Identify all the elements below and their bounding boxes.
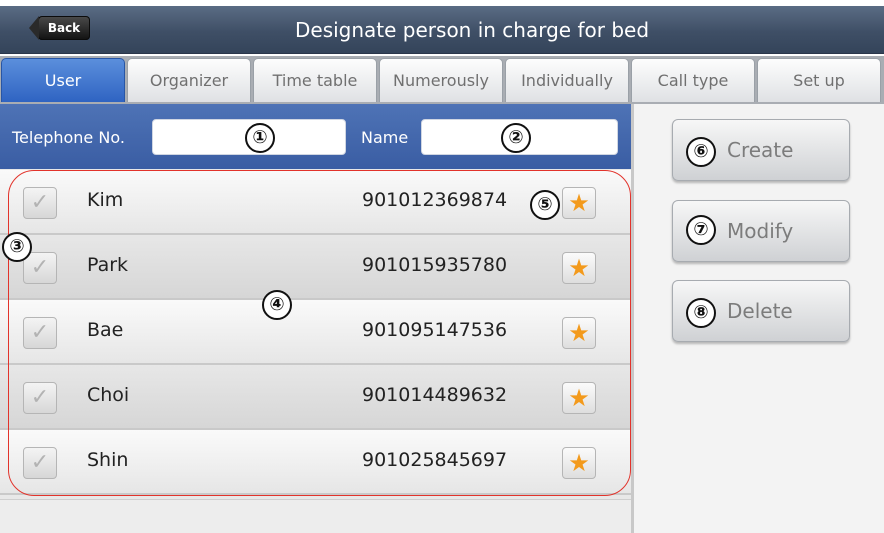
star-icon[interactable]: ★ [562,447,596,479]
user-name: Choi [87,384,130,406]
user-name: Kim [87,189,124,211]
checkmark-icon[interactable]: ✓ [23,317,57,349]
star-icon[interactable]: ★ [562,252,596,284]
annotation-marker-1: ① [245,123,275,153]
tab-time-table[interactable]: Time table [253,58,377,102]
list-footer [0,499,631,533]
user-list: ✓ Kim 901012369874 ★ ✓ Park 901015935780… [0,170,631,495]
action-panel: Create Modify Delete [631,104,884,533]
tab-individually[interactable]: Individually [505,58,629,102]
tab-organizer[interactable]: Organizer [127,58,251,102]
tab-call-type[interactable]: Call type [631,58,755,102]
star-icon[interactable]: ★ [562,382,596,414]
list-item[interactable]: ✓ Choi 901014489632 ★ [0,365,631,430]
annotation-marker-6: ⑥ [686,137,716,167]
user-phone: 901025845697 [362,449,508,471]
annotation-marker-3: ③ [2,232,32,262]
star-icon[interactable]: ★ [562,317,596,349]
list-item[interactable]: ✓ Bae 901095147536 ★ [0,300,631,365]
telephone-label: Telephone No. [12,128,125,147]
annotation-marker-8: ⑧ [686,298,716,328]
user-panel: Telephone No. Name ✓ Kim 901012369874 ★ … [0,104,631,533]
user-phone: 901014489632 [362,384,508,406]
checkmark-icon[interactable]: ✓ [23,447,57,479]
tab-set-up[interactable]: Set up [757,58,881,102]
user-name: Bae [87,319,124,341]
user-name: Park [87,254,129,276]
tab-bar: User Organizer Time table Numerously Ind… [0,56,884,104]
page-title: Designate person in charge for bed [294,18,650,42]
name-label: Name [361,128,409,147]
annotation-marker-7: ⑦ [686,215,716,245]
checkmark-icon[interactable]: ✓ [23,187,57,219]
tab-numerously[interactable]: Numerously [379,58,503,102]
list-item[interactable]: ✓ Shin 901025845697 ★ [0,430,631,495]
tab-user[interactable]: User [1,58,125,102]
annotation-marker-5: ⑤ [530,190,560,220]
star-icon[interactable]: ★ [562,187,596,219]
user-name: Shin [87,449,129,471]
list-item[interactable]: ✓ Park 901015935780 ★ [0,235,631,300]
annotation-marker-2: ② [501,123,531,153]
search-bar: Telephone No. Name [0,104,631,169]
user-phone: 901012369874 [362,189,508,211]
annotation-marker-4: ④ [262,290,292,320]
checkmark-icon[interactable]: ✓ [23,382,57,414]
user-phone: 901015935780 [362,254,508,276]
user-phone: 901095147536 [362,319,508,341]
title-bar: Back Designate person in charge for bed [0,6,884,54]
